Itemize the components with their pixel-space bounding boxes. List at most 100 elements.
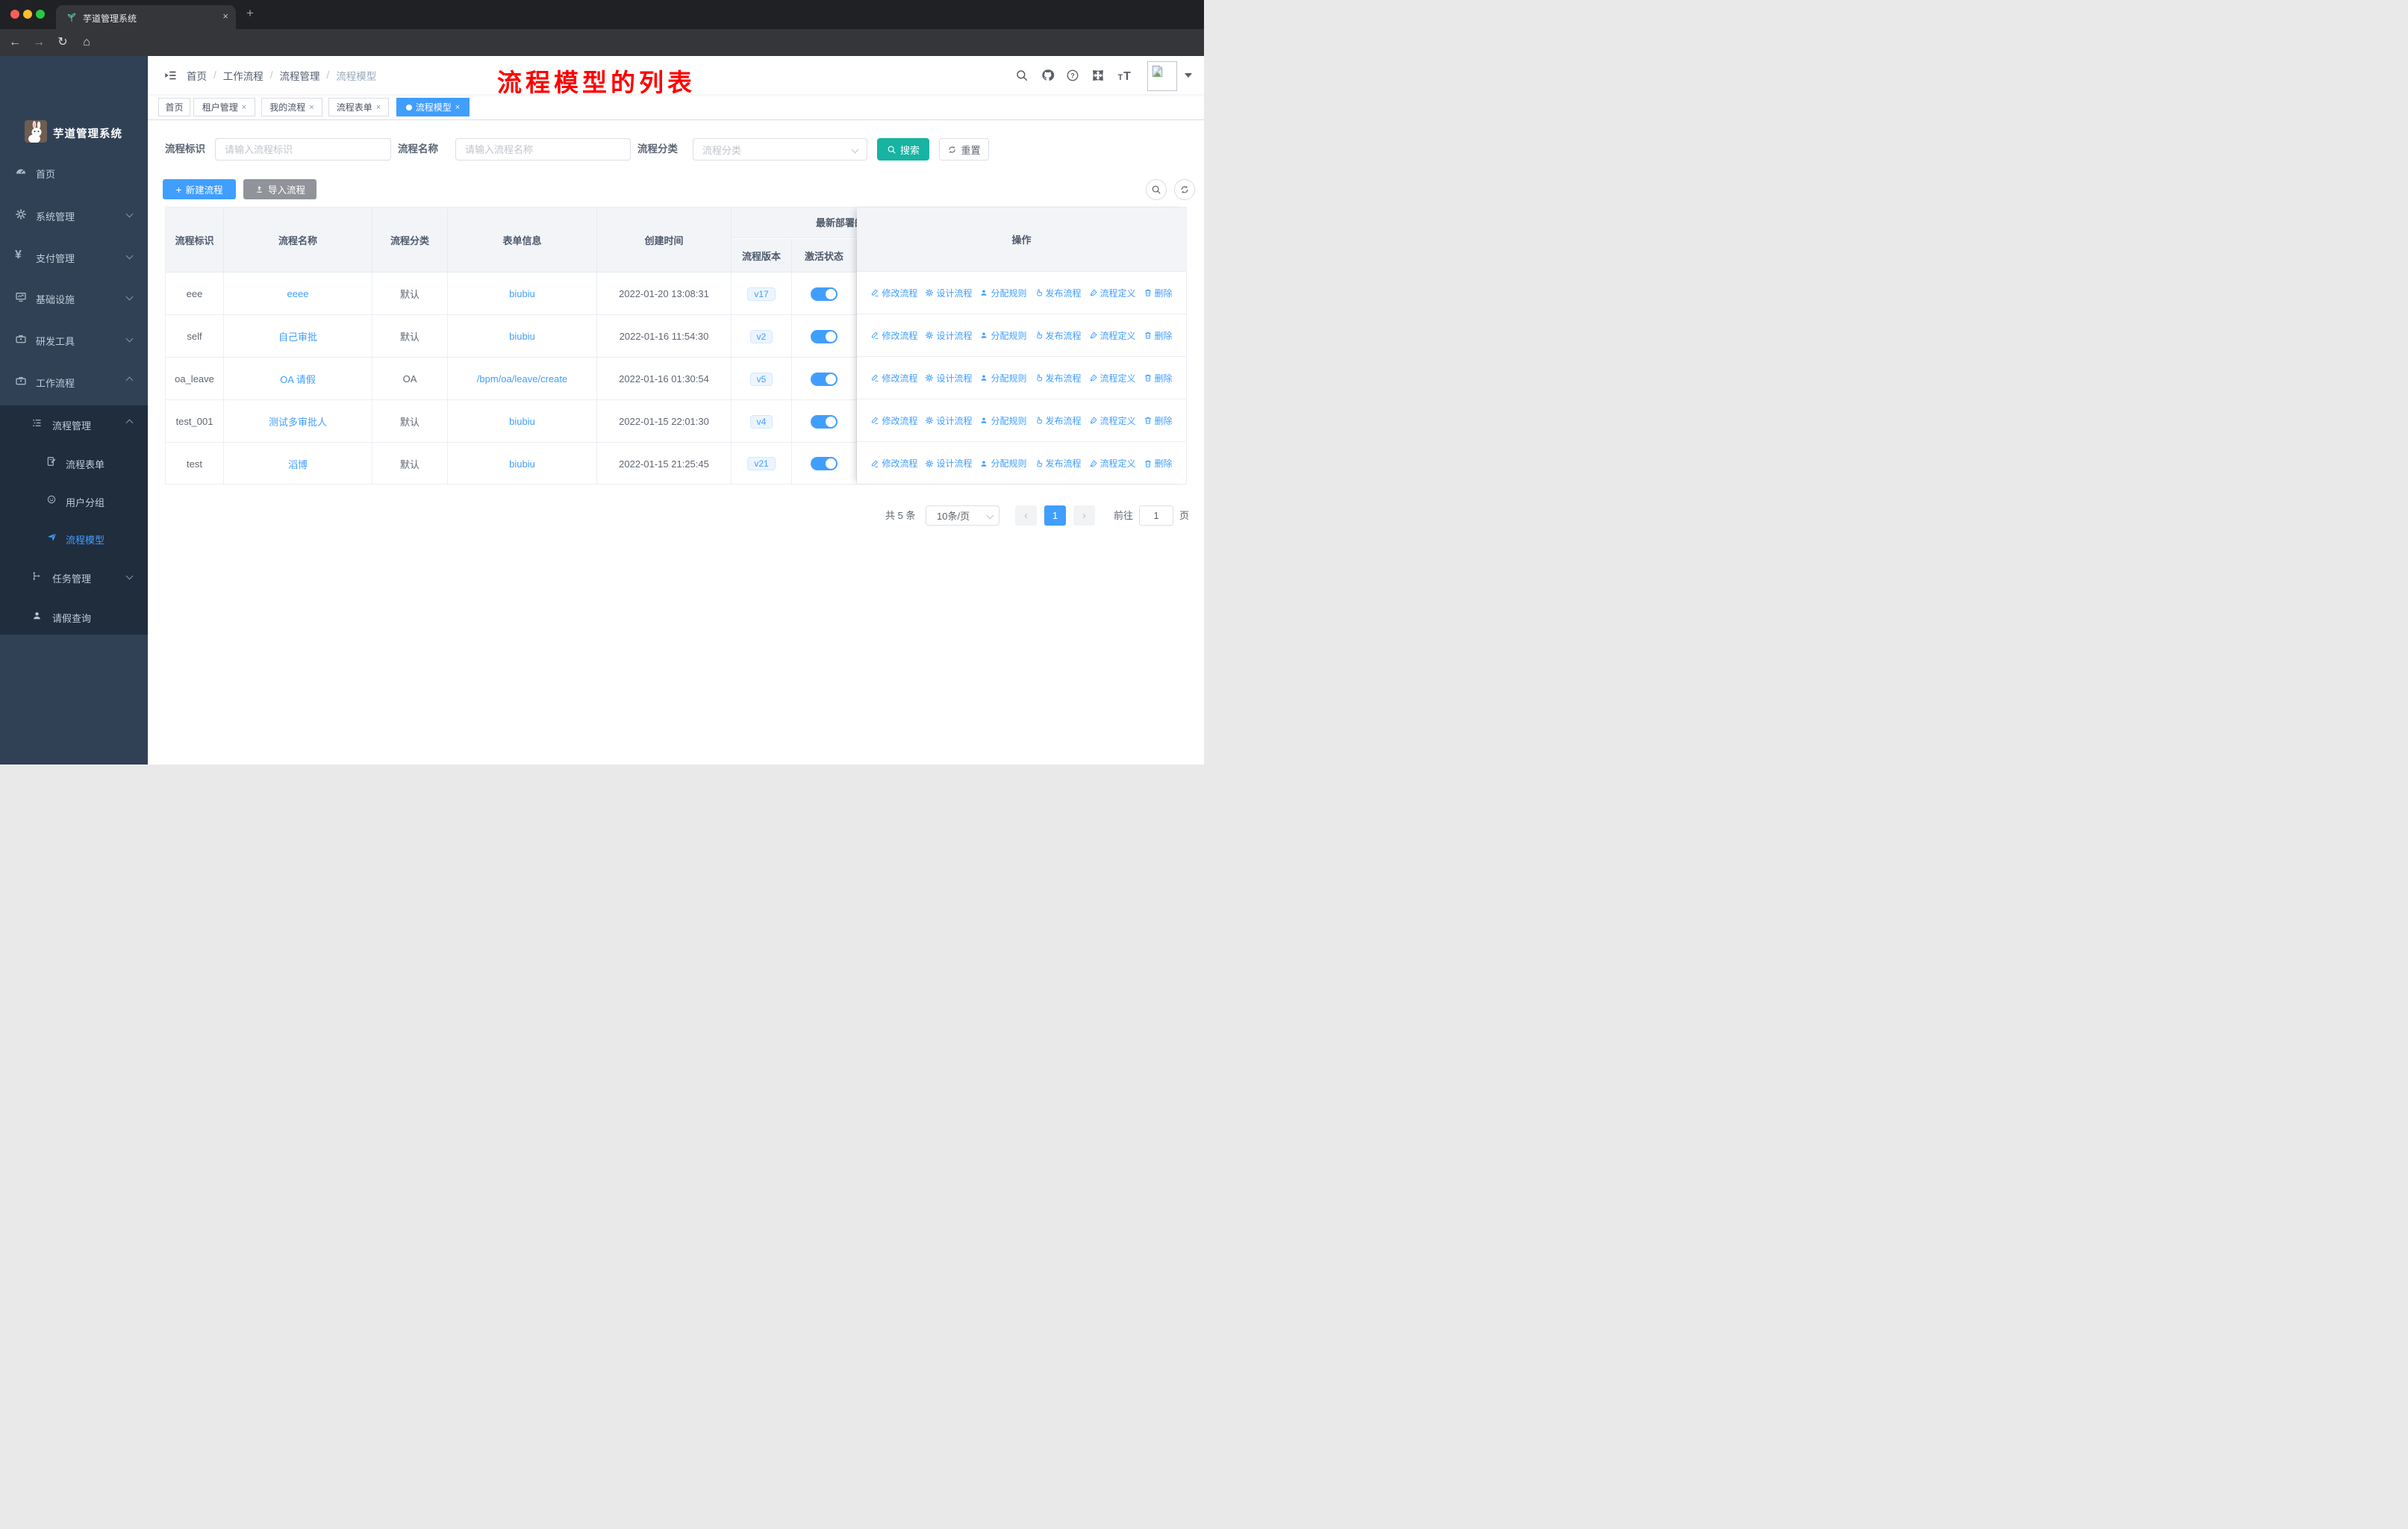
action-delete[interactable]: 删除: [1144, 372, 1173, 384]
tag-home[interactable]: 首页: [158, 98, 190, 116]
form-link[interactable]: /bpm/oa/leave/create: [477, 373, 567, 384]
filter-id-input[interactable]: [215, 138, 391, 161]
action-delete[interactable]: 删除: [1144, 329, 1173, 342]
help-icon[interactable]: [1066, 69, 1079, 82]
filter-category-select[interactable]: 流程分类: [693, 138, 867, 161]
action-definition[interactable]: 流程定义: [1089, 329, 1136, 342]
forward-icon[interactable]: →: [30, 29, 48, 56]
traffic-zoom-button[interactable]: [36, 10, 45, 19]
action-delete[interactable]: 删除: [1144, 457, 1173, 470]
process-name-link[interactable]: eeee: [287, 288, 309, 299]
version-badge[interactable]: v5: [749, 372, 773, 386]
sidebar-item-process-manage[interactable]: 流程管理: [0, 408, 148, 438]
action-definition[interactable]: 流程定义: [1089, 287, 1136, 299]
sidebar-item-devtools[interactable]: 研发工具: [0, 324, 148, 354]
tag-tenant[interactable]: 租户管理 ×: [193, 98, 255, 116]
action-assign-rule[interactable]: 分配规则: [979, 372, 1027, 384]
create-process-button[interactable]: + 新建流程: [163, 179, 236, 199]
action-publish[interactable]: 发布流程: [1035, 414, 1082, 427]
action-assign-rule[interactable]: 分配规则: [979, 414, 1027, 427]
reload-icon[interactable]: ↻: [54, 29, 72, 56]
tag-process-form[interactable]: 流程表单 ×: [328, 98, 389, 116]
new-tab-button[interactable]: +: [246, 6, 254, 21]
goto-page-input[interactable]: [1139, 505, 1173, 526]
active-toggle[interactable]: [811, 414, 838, 429]
traffic-minimize-button[interactable]: [23, 10, 32, 19]
action-assign-rule[interactable]: 分配规则: [979, 287, 1027, 299]
sidebar-item-infra[interactable]: 基础设施: [0, 282, 148, 312]
search-button[interactable]: 搜索: [877, 138, 929, 161]
prev-page-button[interactable]: ‹: [1015, 505, 1037, 526]
action-design[interactable]: 设计流程: [925, 372, 972, 384]
toggle-search-button[interactable]: [1146, 179, 1167, 200]
action-edit[interactable]: 修改流程: [870, 372, 917, 384]
tag-process-model[interactable]: 流程模型 ×: [396, 98, 470, 116]
breadcrumb-item[interactable]: 流程管理: [280, 68, 320, 83]
action-design[interactable]: 设计流程: [925, 414, 972, 427]
action-edit[interactable]: 修改流程: [870, 414, 917, 427]
action-design[interactable]: 设计流程: [925, 287, 972, 299]
tag-close-icon[interactable]: ×: [376, 103, 381, 112]
form-link[interactable]: biubiu: [509, 458, 535, 470]
import-process-button[interactable]: 导入流程: [243, 179, 316, 199]
action-edit[interactable]: 修改流程: [870, 457, 917, 470]
action-delete[interactable]: 删除: [1144, 287, 1173, 299]
browser-tab[interactable]: 芋道管理系统 ×: [56, 5, 236, 29]
active-toggle[interactable]: [811, 329, 838, 343]
font-size-icon[interactable]: [1117, 68, 1132, 83]
form-link[interactable]: biubiu: [509, 416, 535, 427]
action-design[interactable]: 设计流程: [925, 329, 972, 342]
version-badge[interactable]: v2: [749, 329, 773, 343]
sidebar-item-process-form[interactable]: 流程表单: [0, 447, 148, 477]
sidebar-item-task-manage[interactable]: 任务管理: [0, 561, 148, 591]
filter-name-input[interactable]: [455, 138, 631, 161]
action-definition[interactable]: 流程定义: [1089, 457, 1136, 470]
traffic-close-button[interactable]: [10, 10, 19, 19]
action-design[interactable]: 设计流程: [925, 457, 972, 470]
sidebar-item-leave-query[interactable]: 请假查询: [0, 601, 148, 631]
sidebar-item-system[interactable]: 系统管理: [0, 199, 148, 229]
action-assign-rule[interactable]: 分配规则: [979, 329, 1027, 342]
refresh-table-button[interactable]: [1174, 179, 1195, 200]
process-name-link[interactable]: 测试多审批人: [269, 414, 327, 429]
process-name-link[interactable]: OA 请假: [280, 372, 316, 386]
action-delete[interactable]: 删除: [1144, 414, 1173, 427]
sidebar-item-process-model[interactable]: 流程模型: [0, 523, 148, 552]
active-toggle[interactable]: [811, 372, 838, 386]
process-name-link[interactable]: 自己审批: [278, 329, 317, 343]
form-link[interactable]: biubiu: [509, 331, 535, 342]
version-badge[interactable]: v21: [747, 457, 776, 470]
sidebar-item-pay[interactable]: ¥ 支付管理: [0, 241, 148, 271]
page-size-select[interactable]: 10条/页: [926, 505, 999, 526]
tag-close-icon[interactable]: ×: [242, 103, 246, 112]
search-icon[interactable]: [1015, 69, 1029, 82]
active-toggle[interactable]: [811, 287, 838, 301]
breadcrumb-item[interactable]: 首页: [187, 68, 207, 83]
form-link[interactable]: biubiu: [509, 288, 535, 299]
tab-close-icon[interactable]: ×: [222, 10, 228, 22]
action-publish[interactable]: 发布流程: [1035, 372, 1082, 384]
action-edit[interactable]: 修改流程: [870, 329, 917, 342]
back-icon[interactable]: ←: [6, 29, 24, 56]
action-publish[interactable]: 发布流程: [1035, 329, 1082, 342]
breadcrumb-item[interactable]: 工作流程: [223, 68, 263, 83]
sidebar-item-workflow[interactable]: 工作流程: [0, 366, 148, 396]
home-icon[interactable]: ⌂: [78, 29, 96, 56]
sidebar-item-user-group[interactable]: 用户分组: [0, 485, 148, 515]
active-toggle[interactable]: [811, 457, 838, 470]
hamburger-icon[interactable]: [163, 69, 177, 82]
github-icon[interactable]: [1041, 68, 1055, 82]
version-badge[interactable]: v17: [747, 287, 776, 301]
reset-button[interactable]: 重置: [939, 138, 989, 161]
fullscreen-icon[interactable]: [1091, 69, 1105, 82]
action-definition[interactable]: 流程定义: [1089, 414, 1136, 427]
tag-my-process[interactable]: 我的流程 ×: [261, 98, 322, 116]
tag-close-icon[interactable]: ×: [309, 103, 314, 112]
process-name-link[interactable]: 滔博: [288, 457, 308, 471]
version-badge[interactable]: v4: [749, 414, 773, 429]
action-assign-rule[interactable]: 分配规则: [979, 457, 1027, 470]
caret-down-icon[interactable]: [1185, 73, 1192, 78]
action-edit[interactable]: 修改流程: [870, 287, 917, 299]
action-publish[interactable]: 发布流程: [1035, 457, 1082, 470]
sidebar-item-home[interactable]: 首页: [0, 157, 148, 187]
